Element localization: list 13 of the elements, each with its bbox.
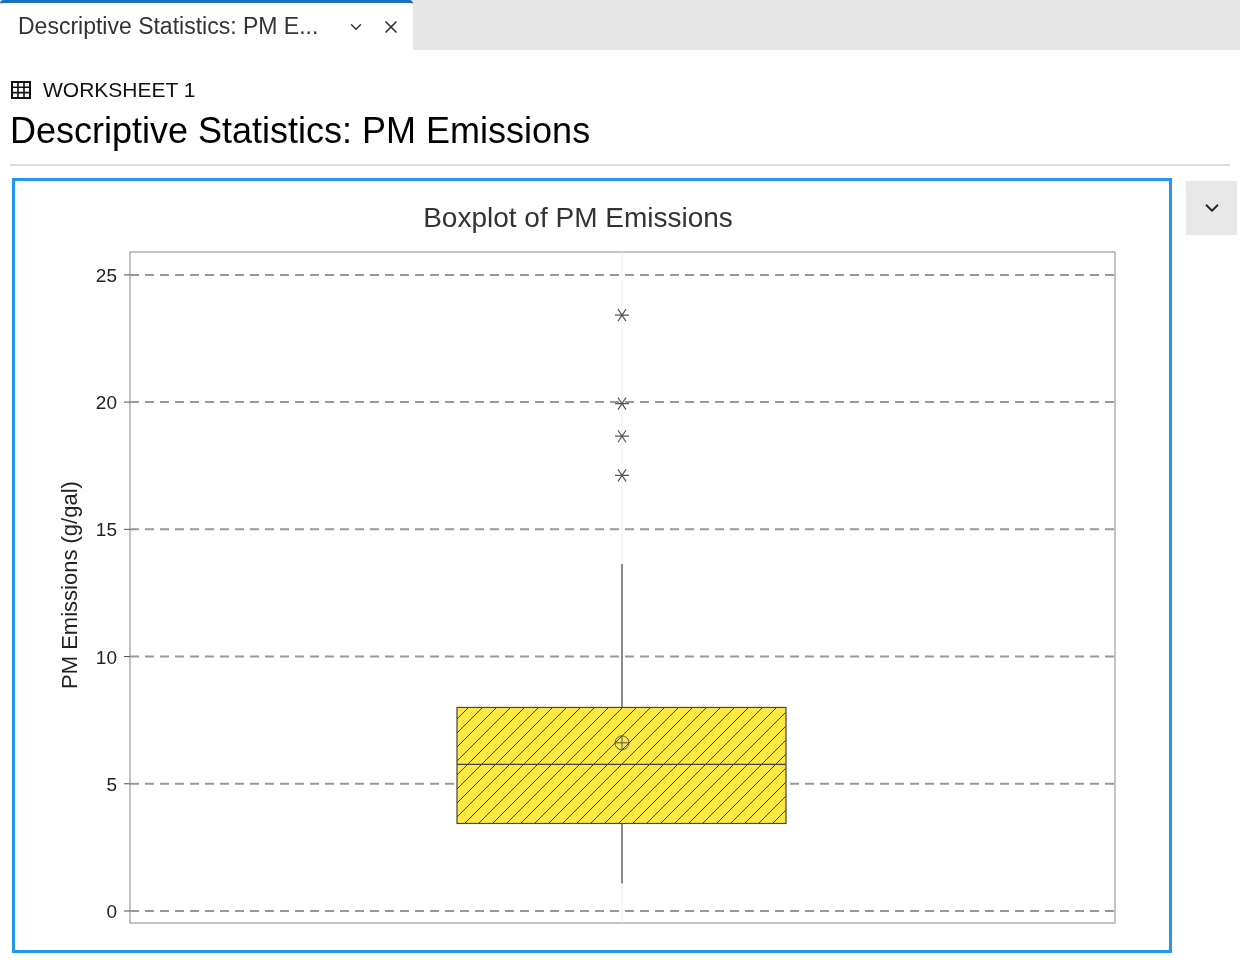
y-tick-label: 15 [95, 518, 117, 540]
y-axis-label: PM Emissions (g/gal) [57, 480, 82, 689]
table-grid-icon [11, 80, 31, 99]
y-tick-label: 0 [106, 900, 117, 922]
worksheet-label: WORKSHEET 1 [43, 77, 196, 103]
chart-title: Boxplot of PM Emissions [423, 201, 733, 233]
y-tick-label: 10 [95, 646, 117, 668]
y-tick-label: 5 [106, 773, 117, 795]
tab-title: Descriptive Statistics: PM E... [18, 12, 319, 42]
document-tab[interactable]: Descriptive Statistics: PM E... [0, 0, 413, 50]
y-tick-label: 20 [95, 391, 117, 413]
page-heading: Descriptive Statistics: PM Emissions [9, 108, 592, 153]
y-tick-label: 25 [95, 264, 117, 286]
